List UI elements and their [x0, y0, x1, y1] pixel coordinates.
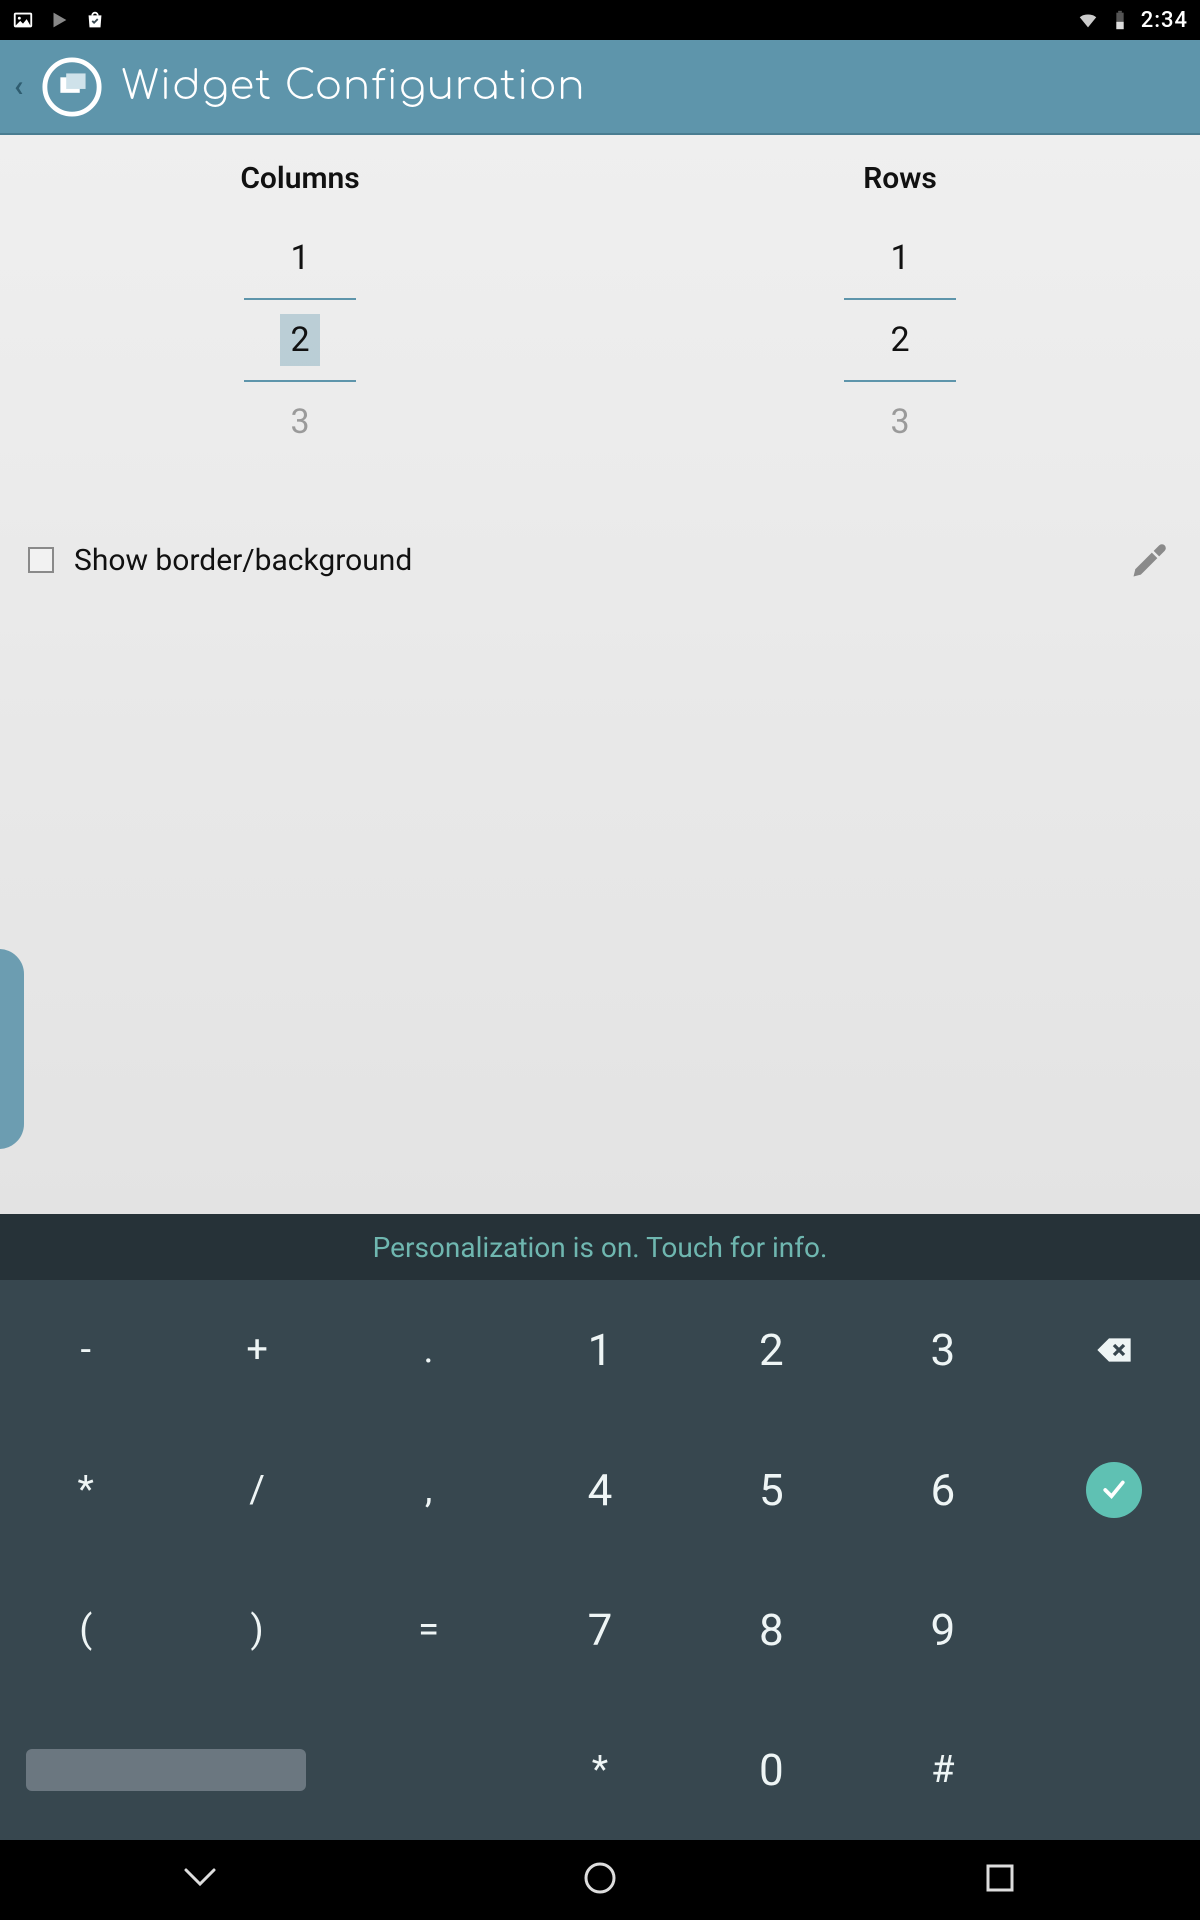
- picker-divider: [844, 380, 956, 382]
- check-icon: [1086, 1462, 1142, 1518]
- side-drawer-handle[interactable]: [0, 949, 24, 1149]
- page-title: Widget Configuration: [121, 65, 585, 109]
- status-bar: 2:34: [0, 0, 1200, 40]
- columns-current-value[interactable]: 2: [280, 314, 319, 366]
- key-7[interactable]: 7: [514, 1560, 685, 1700]
- soft-keyboard: Personalization is on. Touch for info. -…: [0, 1214, 1200, 1840]
- show-border-label: Show border/background: [74, 543, 412, 578]
- key-plus[interactable]: +: [171, 1280, 342, 1420]
- key-paren-close[interactable]: ): [171, 1560, 342, 1700]
- app-logo-icon: [41, 56, 103, 118]
- key-period[interactable]: .: [343, 1280, 514, 1420]
- play-icon: [48, 9, 70, 31]
- nav-back-button[interactable]: [176, 1854, 224, 1906]
- rows-current-value[interactable]: 2: [880, 314, 919, 366]
- key-minus[interactable]: -: [0, 1280, 171, 1420]
- status-clock: 2:34: [1141, 8, 1188, 33]
- color-picker-button[interactable]: [1128, 538, 1172, 582]
- rows-prev-value[interactable]: 1: [890, 230, 909, 286]
- picture-icon: [12, 9, 34, 31]
- show-border-row[interactable]: Show border/background: [0, 530, 1200, 590]
- key-1[interactable]: 1: [514, 1280, 685, 1420]
- key-asterisk[interactable]: *: [0, 1420, 171, 1560]
- key-8[interactable]: 8: [686, 1560, 857, 1700]
- battery-icon: [1109, 9, 1131, 31]
- wifi-icon: [1077, 9, 1099, 31]
- picker-divider: [844, 298, 956, 300]
- keyboard-info-bar[interactable]: Personalization is on. Touch for info.: [0, 1214, 1200, 1280]
- key-blank-r3: [1029, 1560, 1200, 1700]
- key-equals[interactable]: =: [343, 1560, 514, 1700]
- key-space[interactable]: [26, 1749, 306, 1791]
- key-hash[interactable]: #: [857, 1700, 1028, 1840]
- key-paren-open[interactable]: (: [0, 1560, 171, 1700]
- key-blank-r4: [1029, 1700, 1200, 1840]
- key-backspace[interactable]: [1029, 1280, 1200, 1420]
- key-0[interactable]: 0: [686, 1700, 857, 1840]
- shopping-icon: [84, 9, 106, 31]
- key-comma[interactable]: ,: [343, 1420, 514, 1560]
- columns-picker[interactable]: Columns 1 2 3: [0, 161, 600, 450]
- system-nav-bar: [0, 1840, 1200, 1920]
- back-chevron-icon[interactable]: ‹: [14, 69, 23, 104]
- nav-recent-button[interactable]: [976, 1854, 1024, 1906]
- rows-picker[interactable]: Rows 1 2 3: [600, 161, 1200, 450]
- key-2[interactable]: 2: [686, 1280, 857, 1420]
- content-area: Columns 1 2 3 Rows 1 2 3 Show border/bac…: [0, 135, 1200, 1214]
- key-6[interactable]: 6: [857, 1420, 1028, 1560]
- key-4[interactable]: 4: [514, 1420, 685, 1560]
- columns-prev-value[interactable]: 1: [290, 230, 309, 286]
- nav-home-button[interactable]: [576, 1854, 624, 1906]
- picker-divider: [244, 380, 356, 382]
- rows-next-value[interactable]: 3: [890, 394, 909, 450]
- key-enter[interactable]: [1029, 1420, 1200, 1560]
- key-3[interactable]: 3: [857, 1280, 1028, 1420]
- picker-divider: [244, 298, 356, 300]
- show-border-checkbox[interactable]: [28, 547, 54, 573]
- key-5[interactable]: 5: [686, 1420, 857, 1560]
- app-bar: ‹ Widget Configuration: [0, 40, 1200, 135]
- key-asterisk-2[interactable]: *: [514, 1700, 685, 1840]
- rows-label: Rows: [863, 161, 937, 196]
- key-slash[interactable]: /: [171, 1420, 342, 1560]
- key-9[interactable]: 9: [857, 1560, 1028, 1700]
- columns-next-value[interactable]: 3: [290, 394, 309, 450]
- columns-label: Columns: [240, 161, 359, 196]
